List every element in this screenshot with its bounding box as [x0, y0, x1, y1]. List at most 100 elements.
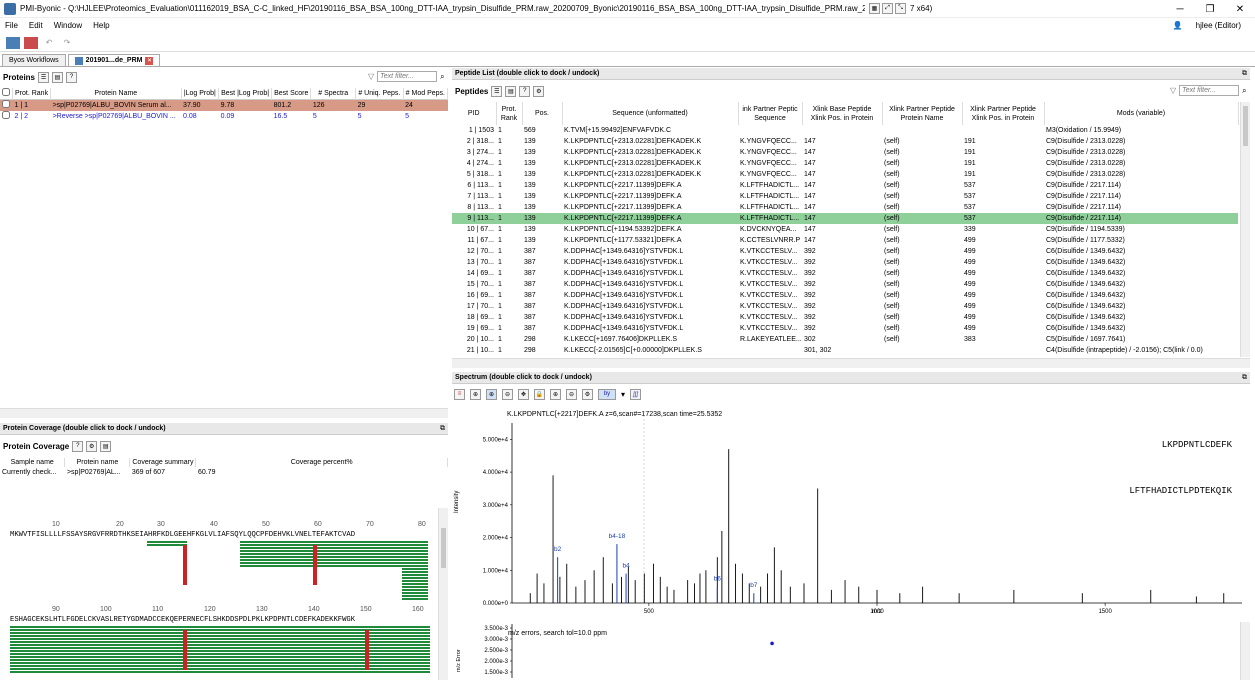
table-view-icon[interactable]: ▤	[505, 85, 517, 97]
column-header[interactable]: # Mod Peps.	[403, 88, 449, 100]
table-row[interactable]: 16 | 69... 1 387 K.DDPHAC[+1349.64316]YSTVF…	[452, 290, 1238, 301]
peptide-panel-header[interactable]: Peptide List (double click to dock / und…	[452, 68, 1250, 80]
expand-icon[interactable]: ⤢	[882, 3, 893, 14]
help-icon[interactable]: ?	[72, 440, 84, 452]
table-row[interactable]: 1 | 1 >sp|P02769|ALBU_BOVIN Serum al... …	[0, 99, 448, 111]
column-header[interactable]: # Uniq. Peps.	[355, 88, 404, 100]
table-row[interactable]: 9 | 113... 1 139 K.LKPDPNTLC[+2217.11399]DE…	[452, 213, 1238, 224]
user-indicator[interactable]: 👤 hjlee (Editor)	[1167, 21, 1247, 30]
help-icon[interactable]: ?	[66, 71, 78, 83]
table-row[interactable]: 14 | 69... 1 387 K.DDPHAC[+1349.64316]YSTVF…	[452, 268, 1238, 279]
coverage-vscroll[interactable]	[438, 508, 448, 680]
column-header[interactable]: Xlink Base Peptide Xlink Pos. in Protein	[802, 102, 883, 125]
zoom-in-icon[interactable]: ⊕	[470, 388, 481, 400]
column-header[interactable]: Protein Name	[50, 88, 182, 100]
proteins-hscroll[interactable]	[0, 408, 448, 418]
undock-icon[interactable]: ⧉	[440, 425, 445, 433]
column-header[interactable]: ink Partner Peptic Sequence	[738, 102, 803, 125]
menu-window[interactable]: Window	[54, 21, 82, 30]
zoom-reset-icon[interactable]: ⊕	[486, 388, 497, 400]
menu-edit[interactable]: Edit	[29, 21, 43, 30]
zoom-x-icon[interactable]: ⊕	[550, 388, 561, 400]
search-dropdown-icon[interactable]: ⌕	[440, 72, 444, 82]
column-header[interactable]: Sequence (unformatted)	[562, 102, 739, 125]
column-header[interactable]: |Log Prob|	[181, 88, 220, 100]
table-row[interactable]: 18 | 69... 1 387 K.DDPHAC[+1349.64316]YSTVF…	[452, 312, 1238, 323]
peptides-vscroll[interactable]	[1240, 102, 1250, 357]
spectrum-chart[interactable]: 0.000e+0 1.000e+4 2.000e+4 3.000e+4 4.000e+4…	[452, 403, 1250, 621]
column-header[interactable]: # Spectra	[310, 88, 357, 100]
redo-icon[interactable]: ↷	[60, 37, 74, 49]
snap-icons[interactable]: ▦ ⤢ ⤡	[869, 3, 906, 14]
table-row[interactable]: 11 | 67... 1 139 K.LKPDPNTLC[+1177.53321]DE…	[452, 235, 1238, 246]
column-header[interactable]: PID	[452, 102, 497, 125]
column-header[interactable]: Xlink Partner Peptide Protein Name	[882, 102, 963, 125]
settings-icon[interactable]: ⚙	[582, 388, 593, 400]
table-row[interactable]: 7 | 113... 1 139 K.LKPDPNTLC[+2217.11399]DE…	[452, 191, 1238, 202]
chevron-down-icon[interactable]: ▾	[621, 390, 625, 399]
row-checkbox[interactable]	[0, 100, 13, 111]
pan-icon[interactable]: ✥	[518, 388, 529, 400]
row-checkbox[interactable]	[0, 111, 13, 122]
lock-icon[interactable]: 🔒	[534, 388, 545, 400]
table-row[interactable]: 8 | 113... 1 139 K.LKPDPNTLC[+2217.11399]DE…	[452, 202, 1238, 213]
table-row[interactable]: 21 | 10... 1 298 K.LKECC[-2.01565]C[+0.0000…	[452, 345, 1238, 356]
minimize-button[interactable]: ─	[1165, 0, 1195, 18]
select-all-checkbox[interactable]	[0, 88, 13, 100]
table-row[interactable]: 2 | 2 >Reverse >sp|P02769|ALBU_BOVIN ...…	[0, 111, 448, 122]
ion-type-icon[interactable]: by	[598, 388, 616, 400]
maximize-button[interactable]: ❐	[1195, 0, 1225, 18]
help-icon[interactable]: ?	[519, 85, 531, 97]
open-project-icon[interactable]	[6, 36, 20, 49]
zoom-y-icon[interactable]: ⊖	[566, 388, 577, 400]
search-dropdown-icon[interactable]: ⌕	[1242, 86, 1246, 96]
column-header[interactable]: Protein name	[64, 458, 131, 467]
table-row[interactable]: 10 | 67... 1 139 K.LKPDPNTLC[+1194.53392]DE…	[452, 224, 1238, 235]
column-header[interactable]: Best |Log Prob|	[218, 88, 273, 100]
settings-icon[interactable]: ⚙	[533, 85, 545, 97]
zoom-out-icon[interactable]: ⊖	[502, 388, 513, 400]
tab-document[interactable]: 201901...de_PRM ×	[67, 54, 161, 66]
table-row[interactable]: 5 | 318... 1 139 K.LKPDPNTLC[+2313.02281]DE…	[452, 169, 1238, 180]
table-row[interactable]: 1 | 1503 1 569 K.TVM[+15.99492]ENFVAFVDK.C M…	[452, 125, 1238, 136]
table-row[interactable]: 3 | 274... 1 139 K.LKPDPNTLC[+2313.02281]DE…	[452, 147, 1238, 158]
table-row[interactable]: 20 | 10... 1 298 K.LKECC[+1697.76406]DKPLLE…	[452, 334, 1238, 345]
undock-icon[interactable]: ⧉	[1242, 374, 1247, 382]
menu-file[interactable]: File	[5, 21, 18, 30]
table-row[interactable]: 6 | 113... 1 139 K.LKPDPNTLC[+2217.11399]DE…	[452, 180, 1238, 191]
table-view-icon[interactable]: ▤	[100, 440, 112, 452]
column-header[interactable]: Prot. Rank	[12, 88, 52, 100]
grid-icon[interactable]: ▦	[869, 3, 880, 14]
settings-icon[interactable]: ⚙	[86, 440, 98, 452]
column-header[interactable]: Best Score	[271, 88, 312, 100]
table-row[interactable]: 2 | 318... 1 139 K.LKPDPNTLC[+2313.02281]DE…	[452, 136, 1238, 147]
close-tab-icon[interactable]: ×	[145, 56, 154, 65]
spectrum-color-icon[interactable]: ≡	[454, 388, 465, 400]
peptides-hscroll[interactable]	[452, 358, 1250, 368]
menu-help[interactable]: Help	[93, 21, 109, 30]
column-header[interactable]: Xlink Partner Peptide Xlink Pos. in Prot…	[962, 102, 1045, 125]
column-header[interactable]: Pos.	[522, 102, 563, 125]
protein-filter-input[interactable]: Text filter...	[377, 71, 438, 82]
table-row[interactable]: Currently check... >sp|P02769|AL... 369 …	[0, 467, 448, 478]
collapse-icon[interactable]: ⤡	[895, 3, 906, 14]
tab-byos-workflows[interactable]: Byos Workflows	[2, 54, 66, 66]
column-header[interactable]: Prot. Rank	[496, 102, 523, 125]
table-row[interactable]: 13 | 70... 1 387 K.DDPHAC[+1349.64316]YSTVF…	[452, 257, 1238, 268]
undo-icon[interactable]: ↶	[42, 37, 56, 49]
coverage-panel-header[interactable]: Protein Coverage (double click to dock /…	[0, 423, 448, 435]
close-button[interactable]: ✕	[1225, 0, 1255, 18]
column-header[interactable]: Coverage percent%	[195, 458, 448, 467]
table-row[interactable]: 17 | 70... 1 387 K.DDPHAC[+1349.64316]YSTVF…	[452, 301, 1238, 312]
close-project-icon[interactable]	[24, 36, 38, 49]
table-view-icon[interactable]: ▤	[52, 71, 64, 83]
table-row[interactable]: 12 | 70... 1 387 K.DDPHAC[+1349.64316]YSTVF…	[452, 246, 1238, 257]
table-row[interactable]: 15 | 70... 1 387 K.DDPHAC[+1349.64316]YSTVF…	[452, 279, 1238, 290]
spectrum-panel-header[interactable]: Spectrum (double click to dock / undock)…	[452, 372, 1250, 384]
undock-icon[interactable]: ⧉	[1242, 70, 1247, 78]
table-row[interactable]: 4 | 274... 1 139 K.LKPDPNTLC[+2313.02281]DE…	[452, 158, 1238, 169]
table-row[interactable]: 19 | 69... 1 387 K.DDPHAC[+1349.64316]YSTVF…	[452, 323, 1238, 334]
column-header[interactable]: Sample name	[0, 458, 66, 467]
list-view-icon[interactable]: ☰	[491, 85, 503, 97]
column-header[interactable]: Mods (variable)	[1044, 102, 1239, 125]
